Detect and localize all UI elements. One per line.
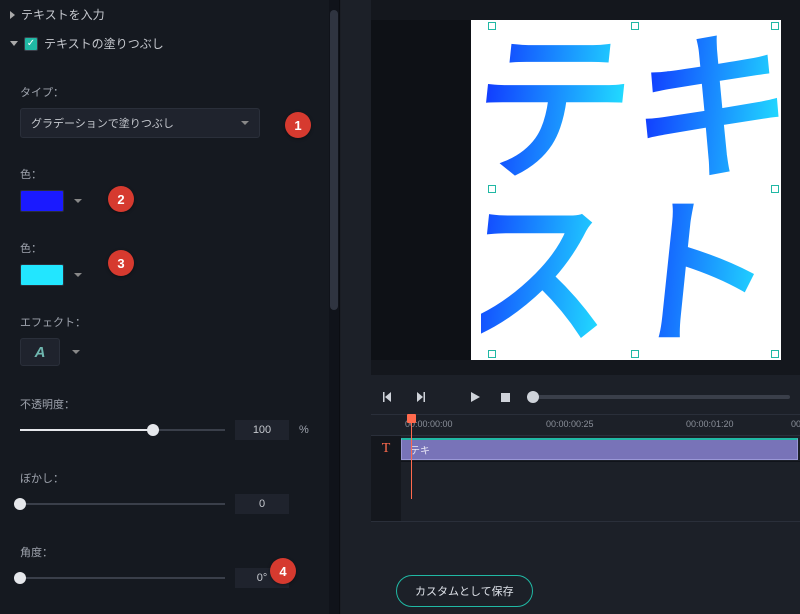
opacity-slider[interactable]	[20, 429, 225, 431]
time-ruler[interactable]: 00:00:00:00 00:00:00:25 00:00:01:20 00:0…	[371, 414, 800, 436]
selection-handle[interactable]	[488, 185, 496, 193]
selection-handle[interactable]	[771, 185, 779, 193]
color1-label: 色：	[20, 166, 319, 182]
svg-text:ト: ト	[606, 185, 781, 360]
blur-slider[interactable]	[20, 503, 225, 505]
opacity-unit: %	[299, 424, 319, 436]
color2-label: 色：	[20, 240, 319, 256]
text-input-label: テキストを入力	[21, 6, 105, 23]
svg-text:テ: テ	[481, 30, 642, 199]
selection-handle[interactable]	[488, 350, 496, 358]
text-fill-label: テキストの塗りつぶし	[44, 35, 164, 52]
selection-handle[interactable]	[488, 22, 496, 30]
selection-handle[interactable]	[771, 22, 779, 30]
panel-scrollbar[interactable]	[329, 0, 339, 614]
time-tick: 00:00	[791, 419, 800, 429]
chevron-down-icon	[74, 199, 82, 203]
canvas-background-dark	[371, 20, 471, 360]
save-custom-button[interactable]: カスタムとして保存	[396, 575, 533, 607]
text-input-section[interactable]: テキストを入力	[0, 0, 339, 29]
type-label: タイプ：	[20, 84, 319, 100]
color1-swatch[interactable]	[20, 190, 64, 212]
chevron-down-icon	[72, 350, 80, 354]
selection-handle[interactable]	[631, 350, 639, 358]
next-frame-button[interactable]	[411, 389, 427, 405]
blur-label: ぼかし：	[20, 470, 319, 486]
seek-bar[interactable]	[527, 395, 790, 399]
chevron-down-icon	[10, 41, 18, 46]
playhead-handle[interactable]	[407, 414, 416, 423]
preview-canvas[interactable]: テ キ ス ト	[371, 0, 800, 375]
seek-thumb[interactable]	[527, 391, 539, 403]
angle-slider[interactable]	[20, 577, 225, 579]
stop-button[interactable]	[497, 389, 513, 405]
fill-type-value: グラデーションで塗りつぶし	[31, 115, 174, 131]
svg-text:キ: キ	[623, 30, 781, 199]
fill-checkbox[interactable]: ✓	[24, 37, 38, 51]
empty-track[interactable]	[371, 462, 800, 522]
playback-controls	[371, 382, 800, 412]
scrollbar-thumb[interactable]	[330, 10, 338, 310]
effect-preview[interactable]: A	[20, 338, 60, 366]
timeline: 00:00:00:00 00:00:00:25 00:00:01:20 00:0…	[371, 414, 800, 554]
chevron-right-icon	[10, 11, 15, 19]
prev-frame-button[interactable]	[381, 389, 397, 405]
annotation-badge-4: 4	[270, 558, 296, 584]
svg-text:ス: ス	[481, 185, 625, 360]
chevron-down-icon	[241, 121, 249, 125]
playhead[interactable]	[411, 414, 412, 499]
time-tick: 00:00:00:25	[546, 419, 594, 429]
selection-handle[interactable]	[631, 22, 639, 30]
color1-dropdown[interactable]	[70, 190, 86, 212]
fill-type-dropdown[interactable]: グラデーションで塗りつぶし	[20, 108, 260, 138]
annotation-badge-1: 1	[285, 112, 311, 138]
color2-dropdown[interactable]	[70, 264, 86, 286]
text-clip[interactable]: テキ	[401, 438, 798, 460]
effect-label: エフェクト：	[20, 314, 319, 330]
annotation-badge-2: 2	[108, 186, 134, 212]
preview-and-timeline: テ キ ス ト 00:00:00	[341, 0, 800, 614]
text-fill-section[interactable]: ✓ テキストの塗りつぶし	[0, 29, 339, 58]
play-button[interactable]	[467, 389, 483, 405]
text-track-icon: T	[371, 436, 401, 462]
opacity-label: 不透明度：	[20, 396, 319, 412]
text-track[interactable]: T テキ	[371, 436, 800, 462]
annotation-badge-3: 3	[108, 250, 134, 276]
effect-dropdown[interactable]	[68, 341, 84, 363]
text-preview: テ キ ス ト	[481, 30, 781, 360]
time-tick: 00:00:01:20	[686, 419, 734, 429]
selection-handle[interactable]	[771, 350, 779, 358]
blur-value[interactable]: 0	[235, 494, 289, 514]
chevron-down-icon	[74, 273, 82, 277]
clip-label: テキ	[410, 442, 430, 457]
opacity-value[interactable]: 100	[235, 420, 289, 440]
color2-swatch[interactable]	[20, 264, 64, 286]
properties-panel: テキストを入力 ✓ テキストの塗りつぶし タイプ： グラデーションで塗りつぶし …	[0, 0, 340, 614]
angle-label: 角度：	[20, 544, 319, 560]
